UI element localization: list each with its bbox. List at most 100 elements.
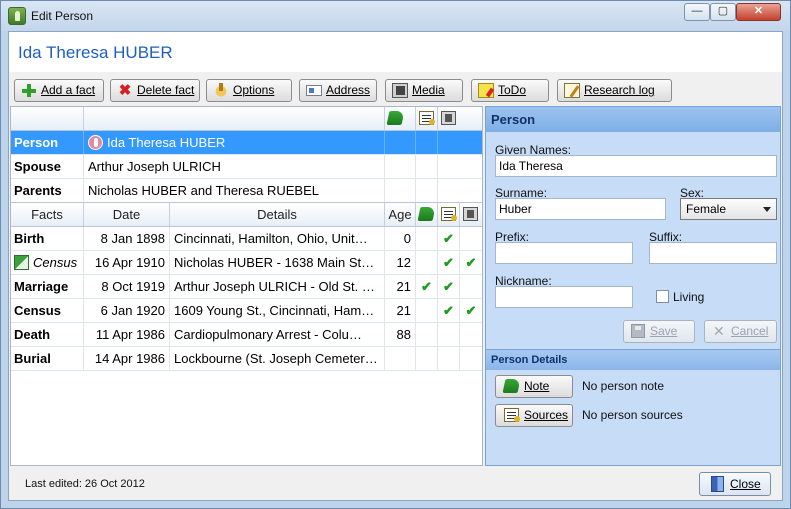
fact-details: 1609 Young St., Cincinnati, Ham… [170, 299, 385, 322]
fact-row[interactable]: Burial 14 Apr 1986 Lockbourne (St. Josep… [11, 347, 482, 371]
minimize-button[interactable]: — [684, 3, 710, 21]
header: Ida Theresa HUBER [9, 32, 782, 72]
sources-icon [504, 408, 520, 422]
fact-row[interactable]: Census 16 Apr 1910 Nicholas HUBER - 1638… [11, 251, 482, 275]
delete-x-icon: ✖ [118, 82, 132, 99]
fact-details: Cardiopulmonary Arrest - Colu… [170, 323, 385, 346]
relation-note-cell [385, 179, 416, 202]
column-header-details[interactable]: Details [170, 203, 385, 226]
fact-row[interactable]: Marriage 8 Oct 1919 Arthur Joseph ULRICH… [11, 275, 482, 299]
media-icon [463, 207, 478, 221]
cancel-label: Cancel [731, 324, 769, 338]
status-bar: Last edited: 26 Oct 2012 Close [9, 466, 782, 500]
research-log-label: Research log [584, 83, 655, 97]
add-fact-button[interactable]: Add a fact [14, 79, 104, 102]
sex-selected-value: Female [686, 202, 727, 216]
relation-role: Parents [11, 179, 84, 202]
fact-type: Census [11, 299, 84, 322]
relation-note-cell [385, 131, 416, 154]
tree-app-icon [8, 7, 26, 25]
person-details-heading: Person Details [486, 349, 780, 370]
plus-icon [21, 83, 37, 98]
address-button[interactable]: Address [299, 79, 377, 102]
save-disk-icon [631, 324, 645, 338]
note-button-label: Note [524, 379, 550, 393]
delete-fact-label: Delete fact [137, 83, 195, 97]
window-title: Edit Person [31, 9, 94, 23]
options-button[interactable]: Options [206, 79, 292, 102]
relation-name: Ida Theresa HUBER [107, 135, 226, 150]
fact-row[interactable]: Census 6 Jan 1920 1609 Young St., Cincin… [11, 299, 482, 323]
relation-row-spouse[interactable]: Spouse Arthur Joseph ULRICH [11, 155, 482, 179]
sources-button[interactable]: Sources [495, 404, 573, 427]
sources-status: No person sources [582, 408, 683, 422]
facts-grid: Person Ida Theresa HUBER Spouse Arthur J… [10, 106, 483, 466]
living-label: Living [673, 290, 705, 304]
save-button[interactable]: Save [623, 320, 695, 343]
fact-age: 0 [385, 227, 416, 250]
fact-row[interactable]: Birth 8 Jan 1898 Cincinnati, Hamilton, O… [11, 227, 482, 251]
fact-type: Burial [11, 347, 84, 370]
note-status: No person note [582, 379, 665, 393]
media-button[interactable]: Media [385, 79, 463, 102]
column-header-date[interactable]: Date [84, 203, 170, 226]
todo-button[interactable]: ToDo [471, 79, 549, 102]
person-panel: Person Given Names: Ida Theresa Surname:… [485, 106, 781, 466]
fact-media-check [460, 275, 482, 298]
note-icon [502, 379, 521, 393]
note-button[interactable]: Note [495, 375, 573, 398]
surname-field[interactable]: Huber [495, 198, 666, 220]
options-label: Options [233, 83, 275, 97]
relations-header-sources [416, 107, 438, 130]
fact-row[interactable]: Death 11 Apr 1986 Cardiopulmonary Arrest… [11, 323, 482, 347]
suffix-field[interactable] [649, 242, 777, 264]
nickname-field[interactable] [495, 286, 633, 308]
column-header-note[interactable] [416, 203, 438, 226]
column-header-age[interactable]: Age [385, 203, 416, 226]
relation-row-parents[interactable]: Parents Nicholas HUBER and Theresa RUEBE… [11, 179, 482, 203]
fact-note-check: ✔ [416, 275, 438, 298]
fact-details: Arthur Joseph ULRICH - Old St. … [170, 275, 385, 298]
fact-details: Cincinnati, Hamilton, Ohio, Unit… [170, 227, 385, 250]
address-card-icon [306, 85, 322, 96]
close-window-button[interactable]: ✕ [736, 3, 781, 21]
fact-type-cell: Census [11, 251, 84, 274]
note-icon [386, 111, 405, 125]
address-label: Address [326, 83, 371, 97]
close-button[interactable]: Close [699, 472, 771, 496]
relation-name: Nicholas HUBER and Theresa RUEBEL [84, 179, 385, 202]
relation-media-cell [438, 155, 460, 178]
column-header-sources[interactable] [438, 203, 460, 226]
fact-type: Death [11, 323, 84, 346]
prefix-field[interactable] [495, 242, 633, 264]
column-header-facts[interactable]: Facts [11, 203, 84, 226]
toolbar: Add a fact ✖ Delete fact Options Address… [9, 72, 782, 106]
door-exit-icon [711, 476, 724, 492]
given-names-field[interactable]: Ida Theresa [495, 155, 777, 177]
fact-sources-check: ✔ [438, 299, 460, 322]
todo-icon [478, 83, 494, 98]
relation-row-person[interactable]: Person Ida Theresa HUBER [11, 131, 482, 155]
fact-type: Birth [11, 227, 84, 250]
last-edited-text: Last edited: 26 Oct 2012 [25, 478, 145, 490]
fact-note-check [416, 227, 438, 250]
fact-note-check [416, 323, 438, 346]
facts-header: Facts Date Details Age [11, 203, 482, 227]
living-checkbox[interactable] [656, 290, 669, 303]
fact-date: 14 Apr 1986 [84, 347, 170, 370]
relations-header-role [11, 107, 84, 130]
person-panel-title: Person [486, 107, 780, 132]
dialog-client: Ida Theresa HUBER Add a fact ✖ Delete fa… [8, 31, 783, 501]
fact-sources-check: ✔ [438, 251, 460, 274]
fact-sources-check [438, 323, 460, 346]
research-log-button[interactable]: Research log [557, 79, 672, 102]
relation-sources-cell [416, 131, 438, 154]
sex-select[interactable]: Female [680, 198, 777, 220]
relation-role: Person [11, 131, 84, 154]
column-header-media[interactable] [460, 203, 482, 226]
title-bar[interactable]: Edit Person — ▢ ✕ [1, 1, 790, 31]
cancel-button[interactable]: ✕ Cancel [704, 320, 777, 343]
delete-fact-button[interactable]: ✖ Delete fact [110, 79, 200, 102]
fact-media-check [460, 347, 482, 370]
maximize-button[interactable]: ▢ [710, 3, 736, 21]
